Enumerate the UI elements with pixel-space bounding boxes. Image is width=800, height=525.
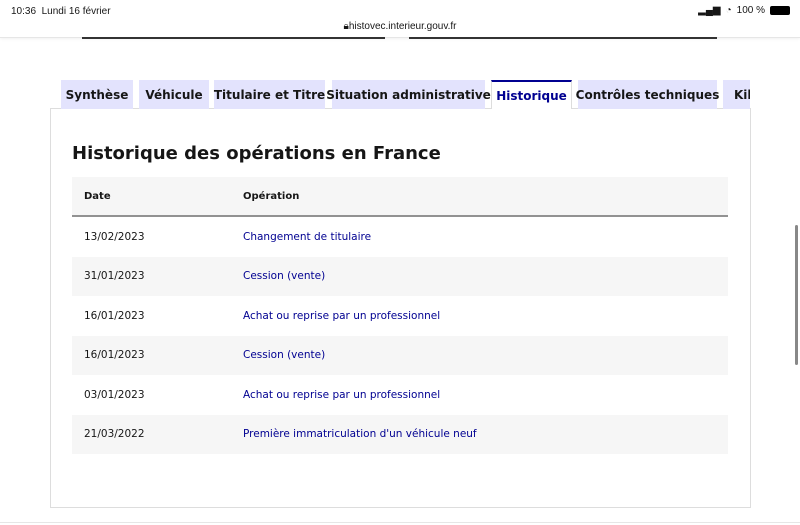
table-header: Date Opération [72,177,728,217]
tab-controles[interactable]: Contrôles techniques [576,80,719,109]
header-date: Date [84,190,111,202]
row-date: 21/03/2022 [84,428,145,441]
battery-icon [770,6,790,15]
scrollbar[interactable] [795,225,798,365]
table-row: 13/02/2023 Changement de titulaire [72,217,728,257]
row-date: 16/01/2023 [84,349,145,362]
operation-link[interactable]: Achat ou reprise par un professionnel [243,310,440,322]
signal-icon: ▂▄▆ [698,5,721,16]
battery-label: 100 % [736,5,765,16]
section-title: Historique des opérations en France [72,143,441,164]
status-time: 10:36 Lundi 16 février [11,6,111,17]
row-date: 03/01/2023 [84,388,145,401]
operation-link[interactable]: Première immatriculation d'un véhicule n… [243,428,477,440]
history-table: Date Opération 13/02/2023 Changement de t… [72,177,728,454]
operation-link[interactable]: Cession (vente) [243,270,325,282]
divider [409,37,717,39]
row-date: 31/01/2023 [84,270,145,283]
row-date: 16/01/2023 [84,309,145,322]
status-bar: 10:36 Lundi 16 février ▂▄▆ ◔ 100 % [0,0,800,20]
tab-synthese[interactable]: Synthèse [61,80,133,109]
divider [0,522,800,523]
tab-bar: Synthèse Véhicule Titulaire et Titre Sit… [61,80,750,109]
table-row: 16/01/2023 Cession (vente) [72,335,728,375]
tab-vehicule[interactable]: Véhicule [139,80,209,109]
table-row: 03/01/2023 Achat ou reprise par un profes… [72,375,728,415]
table-row: 21/03/2022 Première immatriculation d'un … [72,414,728,454]
wifi-icon: ◔ [725,5,732,16]
operation-link[interactable]: Achat ou reprise par un professionnel [243,389,440,401]
url-text: histovec.interieur.gouv.fr [348,21,457,32]
row-date: 13/02/2023 [84,230,145,243]
url-bar[interactable]: 🔒︎histovec.interieur.gouv.fr [0,21,800,32]
table-row: 16/01/2023 Achat ou reprise par un profes… [72,296,728,336]
tab-titulaire[interactable]: Titulaire et Titre [214,80,325,109]
tab-kilometrage[interactable]: Kilométrage [723,80,750,109]
operation-link[interactable]: Changement de titulaire [243,231,371,243]
tab-situation[interactable]: Situation administrative [326,80,491,109]
header-operation: Opération [243,190,300,202]
tab-historique[interactable]: Historique [491,80,572,109]
divider [82,37,385,39]
operation-link[interactable]: Cession (vente) [243,349,325,361]
table-row: 31/01/2023 Cession (vente) [72,256,728,296]
